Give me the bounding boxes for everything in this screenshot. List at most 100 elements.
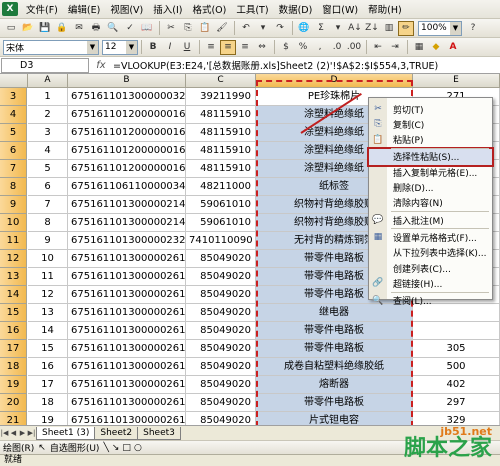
cell-c[interactable]: 85049020	[186, 304, 256, 322]
autoshapes-menu[interactable]: 自选图形(U)	[50, 441, 100, 454]
select-objects-icon[interactable]: ↖	[38, 443, 46, 453]
cell-d[interactable]: 带零件电路板	[256, 340, 413, 358]
redo-icon[interactable]: ↷	[272, 21, 288, 36]
cell-a[interactable]: 1	[28, 88, 68, 106]
cell-b[interactable]: 6751611013000002610	[68, 250, 186, 268]
tab-sheet1-3[interactable]: Sheet1 (3)	[36, 426, 96, 440]
cell-b[interactable]: 6751611013000002148	[68, 196, 186, 214]
row-header[interactable]: 20	[0, 394, 27, 412]
cell-c[interactable]: 85049020	[186, 250, 256, 268]
hyperlink-icon[interactable]: 🌐	[296, 21, 312, 36]
tab-sheet2[interactable]: Sheet2	[94, 426, 139, 440]
open-icon[interactable]: 📂	[20, 21, 36, 36]
row-header[interactable]: 4	[0, 106, 27, 124]
next-sheet-icon[interactable]: ▶	[18, 429, 27, 437]
column-header-e[interactable]: E	[413, 74, 500, 88]
menu-item-format-cells[interactable]: ▦ 设置单元格格式(F)...	[369, 229, 492, 245]
font-color-icon[interactable]: A	[445, 40, 461, 55]
cell-c[interactable]: 85049020	[186, 376, 256, 394]
menu-item-create-list[interactable]: 创建列表(C)...	[369, 260, 492, 276]
row-header[interactable]: 13	[0, 268, 27, 286]
undo-dropdown-icon[interactable]: ▾	[255, 21, 271, 36]
align-right-icon[interactable]: ≡	[237, 40, 253, 55]
italic-button[interactable]: I	[162, 40, 178, 55]
column-header-c[interactable]: C	[186, 74, 256, 88]
cell-b[interactable]: 6751611013000002614	[68, 304, 186, 322]
oval-icon[interactable]: ○	[134, 443, 142, 453]
menu-item-pick-from-list[interactable]: 从下拉列表中选择(K)...	[369, 245, 492, 261]
line-icon[interactable]: ╲	[103, 443, 108, 453]
row-header[interactable]: 11	[0, 232, 27, 250]
cell-a[interactable]: 10	[28, 250, 68, 268]
paste-icon[interactable]: 📋	[197, 21, 213, 36]
cell-a[interactable]: 11	[28, 268, 68, 286]
menu-item-paste-special[interactable]: 选择性粘贴(S)...	[367, 146, 494, 167]
row-header[interactable]: 10	[0, 214, 27, 232]
row-header[interactable]: 3	[0, 88, 27, 106]
cell-b[interactable]: 6751611013000002614	[68, 394, 186, 412]
increase-indent-icon[interactable]: ⇥	[387, 40, 403, 55]
cell-b[interactable]: 6751611013000002614	[68, 358, 186, 376]
cell-e[interactable]: 297	[413, 394, 500, 412]
cell-b[interactable]: 6751611061100000346	[68, 178, 186, 196]
column-header-b[interactable]: B	[68, 74, 186, 88]
cell-d[interactable]: 成卷自粘塑料绝缘胶纸	[256, 358, 413, 376]
chevron-down-icon[interactable]: ▼	[126, 40, 137, 54]
sort-descending-icon[interactable]: Z↓	[364, 21, 380, 36]
research-icon[interactable]: 📖	[139, 21, 155, 36]
menu-window[interactable]: 窗口(W)	[317, 2, 363, 16]
chevron-down-icon[interactable]: ▼	[87, 40, 98, 54]
save-icon[interactable]: 💾	[37, 21, 53, 36]
zoom-select[interactable]: 100% ▼	[418, 20, 462, 36]
cell-b[interactable]: 6751611013000002148	[68, 214, 186, 232]
prev-sheet-icon[interactable]: ◀	[9, 429, 18, 437]
cell-e[interactable]: 402	[413, 376, 500, 394]
menu-file[interactable]: 文件(F)	[21, 2, 63, 16]
menu-item-cut[interactable]: ✂ 剪切(T)	[369, 101, 492, 117]
chevron-down-icon[interactable]: ▼	[450, 21, 461, 35]
menu-format[interactable]: 格式(O)	[187, 2, 231, 16]
cell-a[interactable]: 8	[28, 214, 68, 232]
cell-a[interactable]: 4	[28, 142, 68, 160]
cell-c[interactable]: 48115910	[186, 142, 256, 160]
last-sheet-icon[interactable]: ▶|	[27, 429, 36, 437]
menu-item-clear-contents[interactable]: 清除内容(N)	[369, 195, 492, 211]
underline-button[interactable]: U	[179, 40, 195, 55]
chart-wizard-icon[interactable]: ▥	[381, 21, 397, 36]
permission-icon[interactable]: 🔒	[54, 21, 70, 36]
cut-icon[interactable]: ✂	[163, 21, 179, 36]
menu-help[interactable]: 帮助(H)	[363, 2, 407, 16]
undo-icon[interactable]: ↶	[238, 21, 254, 36]
cell-b[interactable]: 6751611013000002614	[68, 322, 186, 340]
menu-view[interactable]: 视图(V)	[105, 2, 148, 16]
cell-a[interactable]: 3	[28, 124, 68, 142]
row-header[interactable]: 18	[0, 358, 27, 376]
row-header[interactable]: 17	[0, 340, 27, 358]
cell-b[interactable]: 6751611012000000161	[68, 160, 186, 178]
comma-style-icon[interactable]: ,	[312, 40, 328, 55]
menu-tools[interactable]: 工具(T)	[231, 2, 273, 16]
cell-c[interactable]: 85049020	[186, 358, 256, 376]
autosum-dropdown-icon[interactable]: ▾	[330, 21, 346, 36]
cell-a[interactable]: 13	[28, 304, 68, 322]
autosum-icon[interactable]: Σ	[313, 21, 329, 36]
font-size-select[interactable]: 12 ▼	[102, 39, 138, 55]
cell-c[interactable]: 39211990	[186, 88, 256, 106]
align-center-icon[interactable]: ≡	[220, 39, 236, 55]
draw-menu[interactable]: 绘图(R)	[3, 441, 34, 454]
decrease-indent-icon[interactable]: ⇤	[370, 40, 386, 55]
cell-c[interactable]: 48115910	[186, 160, 256, 178]
cell-c[interactable]: 85049020	[186, 394, 256, 412]
cell-e[interactable]: 305	[413, 340, 500, 358]
row-header[interactable]: 19	[0, 376, 27, 394]
row-header[interactable]: 6	[0, 142, 27, 160]
cell-c[interactable]: 48115910	[186, 124, 256, 142]
cell-b[interactable]: 6751611013000002614	[68, 376, 186, 394]
email-icon[interactable]: ✉	[71, 21, 87, 36]
arrow-icon[interactable]: ↘	[112, 443, 120, 453]
cell-b[interactable]: 6751611013000002614	[68, 286, 186, 304]
cell-b[interactable]: 6751611013000000329	[68, 88, 186, 106]
cell-c[interactable]: 85049020	[186, 286, 256, 304]
first-sheet-icon[interactable]: |◀	[0, 429, 9, 437]
cell-a[interactable]: 16	[28, 358, 68, 376]
